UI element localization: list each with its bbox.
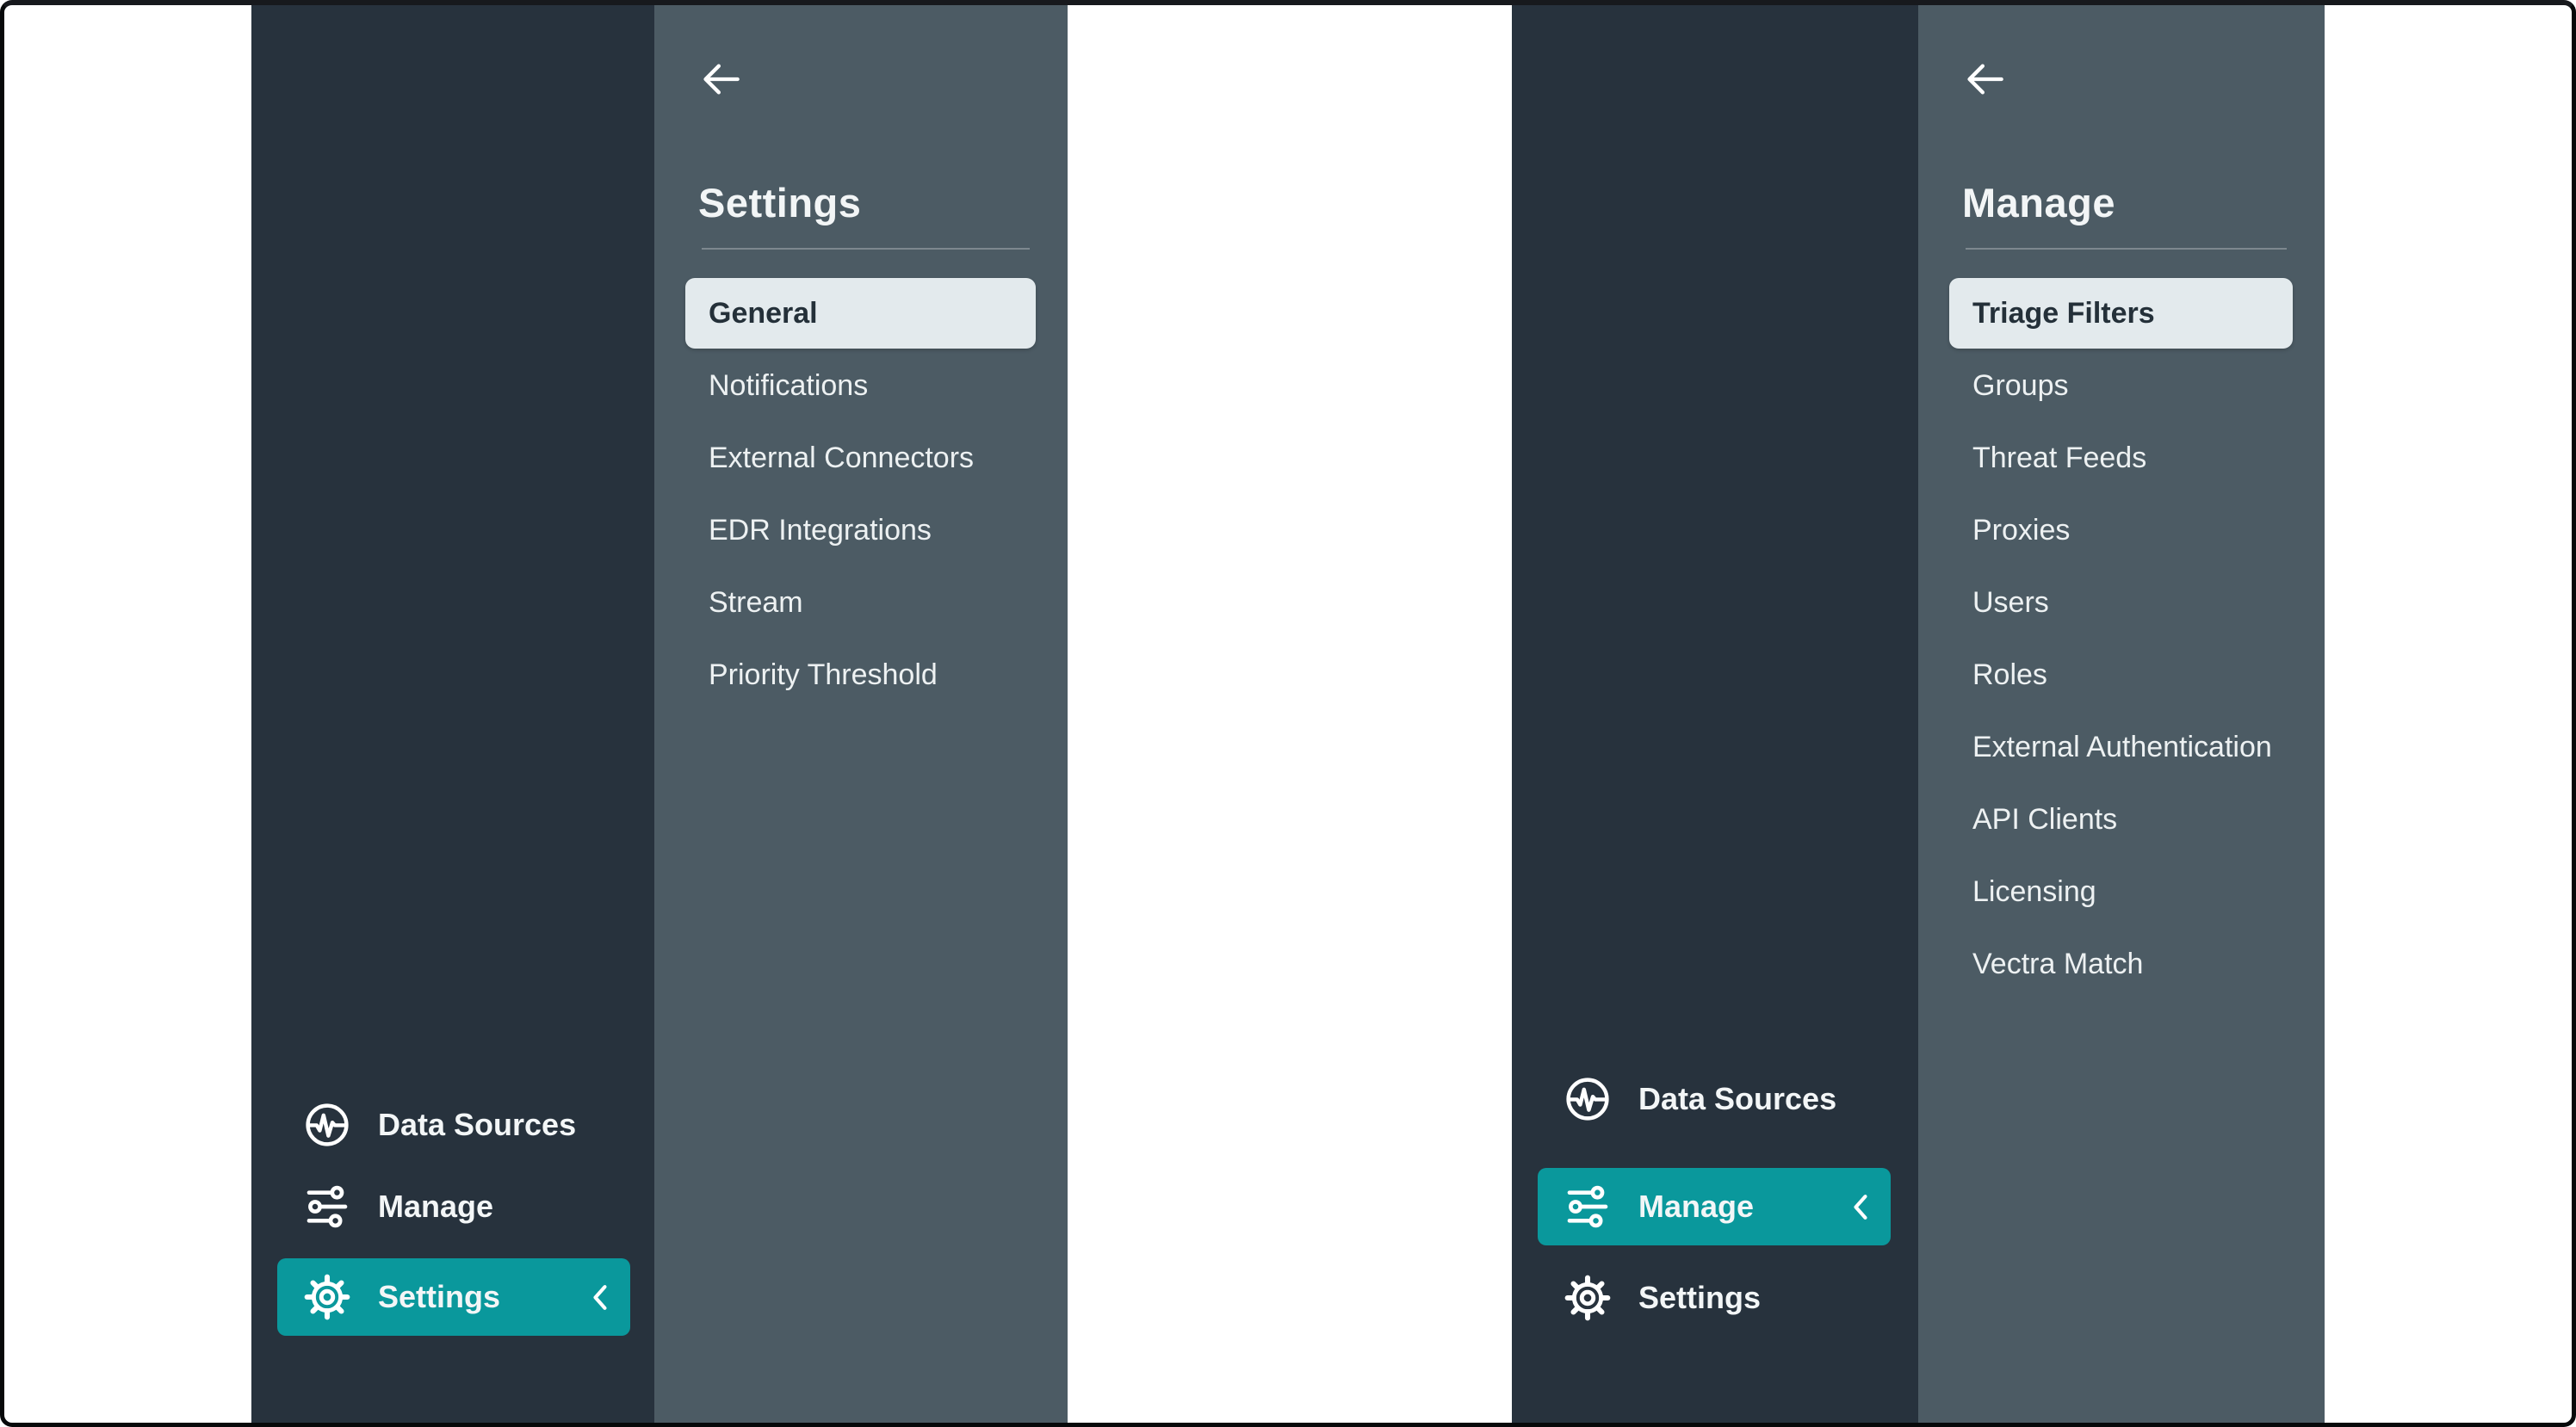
sliders-icon [303, 1183, 351, 1231]
panel-title: Manage [1962, 182, 2115, 223]
menu-item-priority-threshold[interactable]: Priority Threshold [685, 639, 1036, 710]
rail-item-settings-active[interactable]: Settings [277, 1258, 630, 1336]
chevron-left-icon [591, 1283, 610, 1312]
title-divider [1966, 248, 2287, 250]
pulse-circle-icon [1564, 1075, 1612, 1123]
rail-item-label: Manage [1638, 1189, 1754, 1225]
gear-icon [1564, 1274, 1612, 1322]
menu-item-users[interactable]: Users [1949, 567, 2293, 638]
pulse-circle-icon [303, 1101, 351, 1149]
manage-menu: Triage Filters Groups Threat Feeds Proxi… [1949, 278, 2293, 1001]
rail-item-data-sources[interactable]: Data Sources [1538, 1075, 1891, 1123]
menu-item-stream[interactable]: Stream [685, 567, 1036, 638]
menu-item-external-authentication[interactable]: External Authentication [1949, 712, 2293, 782]
rail-item-manage-active[interactable]: Manage [1538, 1168, 1891, 1245]
rail-item-label: Data Sources [378, 1107, 576, 1143]
menu-item-triage-filters[interactable]: Triage Filters [1949, 278, 2293, 349]
panel-title: Settings [698, 182, 861, 223]
manage-subnav-panel: Manage Triage Filters Groups Threat Feed… [1918, 0, 2325, 1427]
back-button[interactable] [1964, 60, 2009, 98]
menu-item-notifications[interactable]: Notifications [685, 350, 1036, 421]
arrow-left-icon [1964, 62, 2005, 96]
gear-icon [303, 1273, 351, 1321]
sliders-icon [1564, 1183, 1612, 1231]
rail-item-label: Settings [378, 1279, 500, 1315]
menu-item-groups[interactable]: Groups [1949, 350, 2293, 421]
menu-item-licensing[interactable]: Licensing [1949, 856, 2293, 927]
menu-item-edr-integrations[interactable]: EDR Integrations [685, 495, 1036, 565]
menu-item-external-connectors[interactable]: External Connectors [685, 423, 1036, 493]
title-divider [702, 248, 1030, 250]
rail-item-label: Manage [378, 1189, 493, 1225]
rail-item-label: Data Sources [1638, 1081, 1836, 1117]
menu-item-proxies[interactable]: Proxies [1949, 495, 2293, 565]
rail-item-manage[interactable]: Manage [277, 1183, 630, 1231]
rail-item-settings[interactable]: Settings [1538, 1274, 1891, 1322]
menu-item-general[interactable]: General [685, 278, 1036, 349]
back-button[interactable] [700, 60, 745, 98]
rail-item-label: Settings [1638, 1280, 1761, 1316]
menu-item-api-clients[interactable]: API Clients [1949, 784, 2293, 855]
settings-menu: General Notifications External Connector… [685, 278, 1036, 712]
chevron-left-icon [1851, 1193, 1870, 1221]
primary-nav-rail-left: Data Sources Manage Settings [251, 0, 654, 1427]
settings-subnav-panel: Settings General Notifications External … [654, 0, 1068, 1427]
menu-item-threat-feeds[interactable]: Threat Feeds [1949, 423, 2293, 493]
menu-item-roles[interactable]: Roles [1949, 639, 2293, 710]
arrow-left-icon [700, 62, 741, 96]
menu-item-vectra-match[interactable]: Vectra Match [1949, 929, 2293, 999]
primary-nav-rail-right: Data Sources Manage [1512, 0, 1918, 1427]
rail-item-data-sources[interactable]: Data Sources [277, 1101, 630, 1149]
